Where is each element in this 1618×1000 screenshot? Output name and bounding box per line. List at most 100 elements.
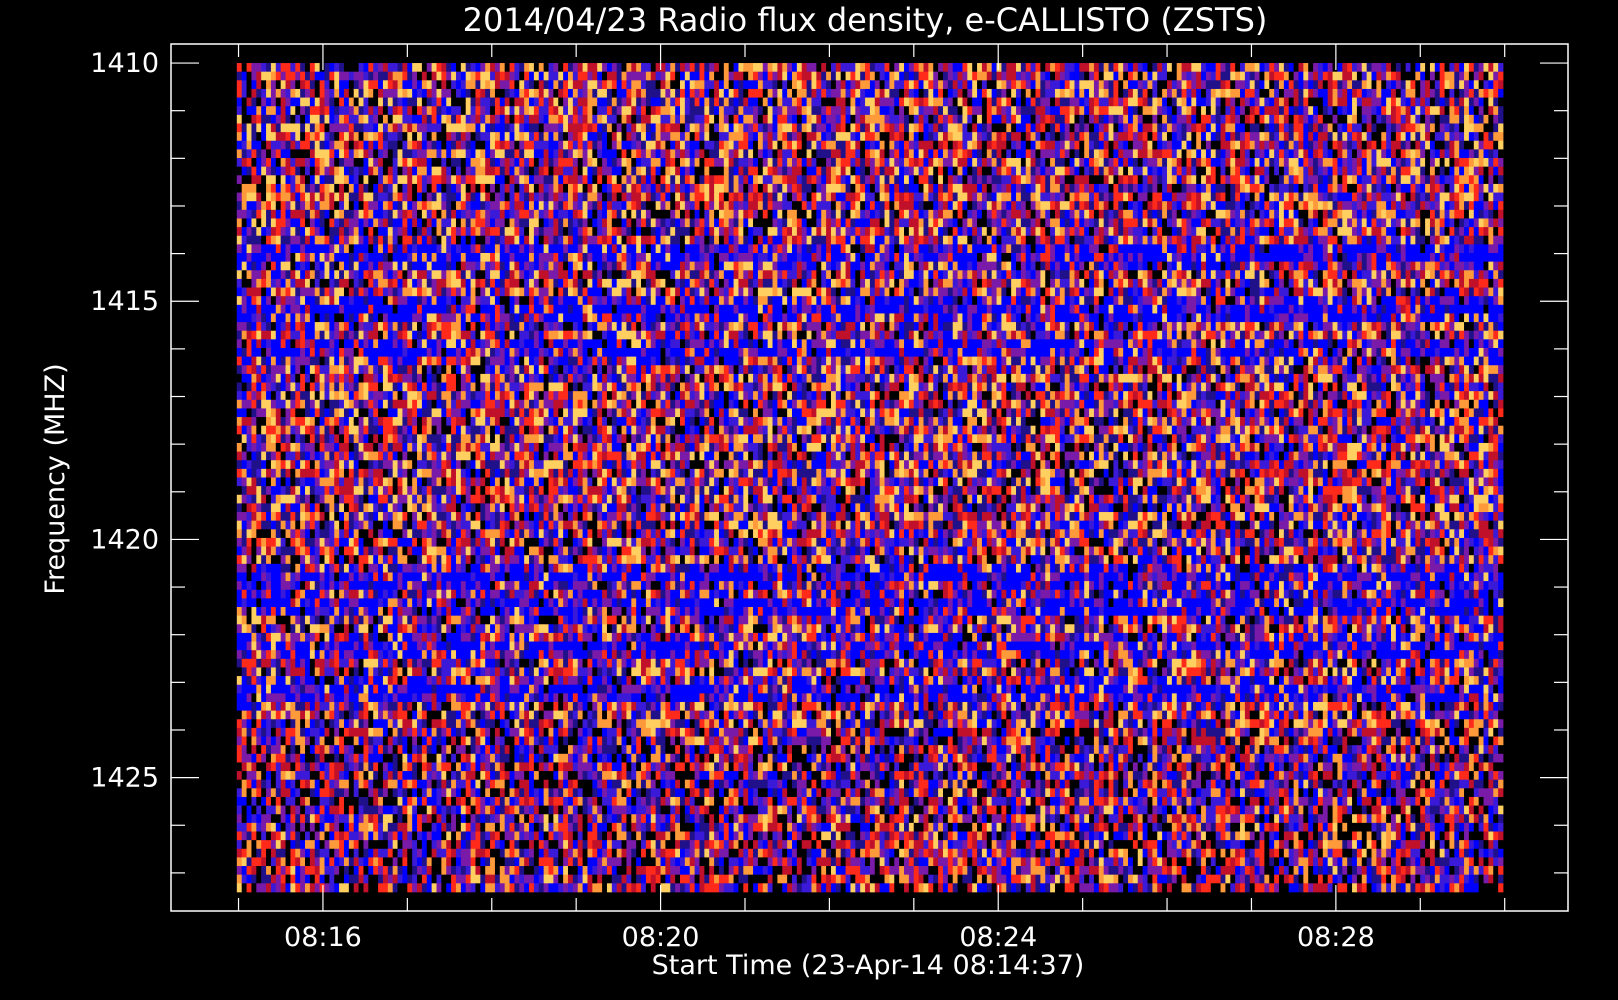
heatmap-cell <box>952 183 958 193</box>
heatmap-cell <box>952 209 958 219</box>
heatmap-cell <box>358 192 364 202</box>
heatmap-cell <box>251 158 257 168</box>
heatmap-cell <box>1488 218 1494 228</box>
heatmap-cell <box>1473 140 1480 150</box>
heatmap-cell <box>1137 132 1144 142</box>
heatmap-cell <box>1069 123 1075 133</box>
heatmap-cell <box>806 106 812 116</box>
heatmap-cell <box>1352 80 1358 90</box>
heatmap-cell <box>981 192 988 202</box>
heatmap-cell <box>665 106 671 116</box>
heatmap-cell <box>1205 97 1212 107</box>
heatmap-cell <box>621 71 627 81</box>
heatmap-cell <box>519 209 525 219</box>
heatmap-cell <box>1220 166 1226 176</box>
heatmap-cell <box>1468 106 1475 116</box>
heatmap-cell <box>1283 71 1290 81</box>
heatmap-cell <box>1274 149 1280 159</box>
heatmap-cell <box>480 183 486 193</box>
heatmap-cell <box>421 63 428 73</box>
heatmap-cell <box>738 71 744 81</box>
heatmap-cell <box>899 209 905 219</box>
heatmap-cell <box>1201 114 1207 124</box>
heatmap-cell <box>1196 201 1202 211</box>
heatmap-cell <box>1352 140 1358 150</box>
heatmap-cell <box>319 227 325 237</box>
heatmap-cell <box>563 114 569 124</box>
heatmap-cell <box>1459 97 1465 107</box>
heatmap-cell <box>699 218 705 228</box>
heatmap-cell <box>431 114 437 124</box>
heatmap-cell <box>709 140 715 150</box>
heatmap-cell <box>981 123 988 133</box>
heatmap-cell <box>816 192 822 202</box>
heatmap-cell <box>1371 192 1377 202</box>
heatmap-cell <box>894 166 900 176</box>
heatmap-cell <box>412 175 418 185</box>
heatmap-cell <box>1444 63 1450 73</box>
heatmap-cell <box>314 97 321 107</box>
heatmap-cell <box>334 183 340 193</box>
heatmap-cell <box>1128 63 1134 73</box>
heatmap-cell <box>680 97 686 107</box>
heatmap-cell <box>792 123 798 133</box>
heatmap-cell <box>1011 71 1017 81</box>
heatmap-cell <box>986 201 993 211</box>
heatmap-cell <box>772 71 778 81</box>
heatmap-cell <box>1054 209 1061 219</box>
heatmap-cell <box>1220 132 1226 142</box>
heatmap-cell <box>300 166 306 176</box>
heatmap-cell <box>1225 63 1231 73</box>
heatmap-cell <box>772 123 778 133</box>
heatmap-cell <box>767 158 773 168</box>
heatmap-cell <box>1011 140 1017 150</box>
heatmap-cell <box>865 166 871 176</box>
heatmap-cell <box>714 201 720 211</box>
heatmap-cell <box>835 201 842 211</box>
heatmap-cell <box>1274 209 1280 219</box>
heatmap-cell <box>572 201 579 211</box>
heatmap-cell <box>387 80 394 90</box>
heatmap-cell <box>680 123 686 133</box>
heatmap-cell <box>631 175 637 185</box>
heatmap-cell <box>1366 88 1372 98</box>
heatmap-cell <box>587 201 593 211</box>
heatmap-cell <box>967 158 973 168</box>
heatmap-cell <box>533 149 540 159</box>
heatmap-cell <box>1386 80 1392 90</box>
heatmap-cell <box>509 114 515 124</box>
heatmap-cell <box>1240 209 1246 219</box>
heatmap-cell <box>597 166 603 176</box>
heatmap-cell <box>1429 201 1436 211</box>
heatmap-cell <box>728 63 734 73</box>
heatmap-cell <box>913 158 920 168</box>
heatmap-cell <box>714 114 720 124</box>
heatmap-cell <box>894 218 900 228</box>
heatmap-cell <box>1157 149 1163 159</box>
heatmap-cell <box>908 132 915 142</box>
heatmap-cell <box>1395 201 1402 211</box>
heatmap-cell <box>1186 201 1192 211</box>
heatmap-cell <box>1132 192 1139 202</box>
heatmap-cell <box>1196 132 1202 142</box>
heatmap-cell <box>1001 218 1007 228</box>
heatmap-cell <box>1035 140 1041 150</box>
heatmap-cell <box>553 71 559 81</box>
heatmap-cell <box>874 97 881 107</box>
heatmap-cell <box>675 114 681 124</box>
heatmap-cell <box>1459 71 1465 81</box>
heatmap-cell <box>1386 149 1392 159</box>
heatmap-cell <box>641 158 647 168</box>
heatmap-cell <box>412 192 418 202</box>
heatmap-cell <box>738 166 744 176</box>
heatmap-cell <box>519 140 525 150</box>
heatmap-cell <box>1084 140 1090 150</box>
heatmap-cell <box>947 106 954 116</box>
heatmap-cell <box>426 175 433 185</box>
heatmap-cell <box>977 149 983 159</box>
heatmap-cell <box>309 166 316 176</box>
heatmap-cell <box>1152 158 1158 168</box>
heatmap-cell <box>280 123 286 133</box>
heatmap-cell <box>236 227 243 237</box>
heatmap-cell <box>1166 88 1173 98</box>
